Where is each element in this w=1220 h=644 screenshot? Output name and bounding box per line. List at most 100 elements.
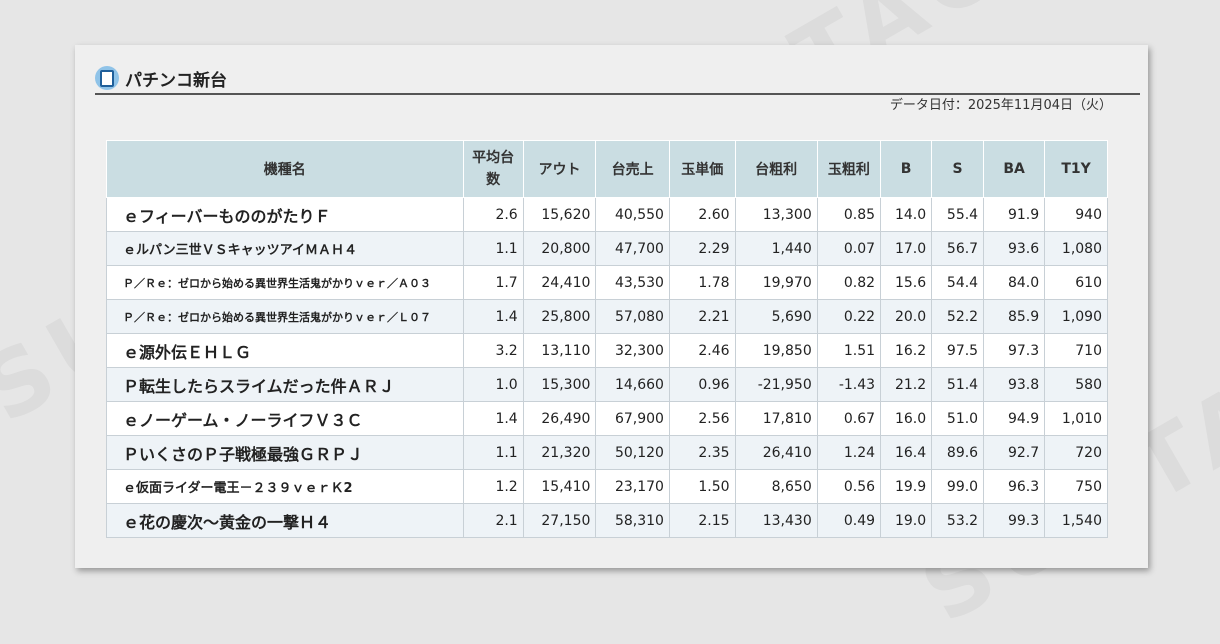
cell-平均台数: 2.6 [462, 197, 524, 232]
machine-name[interactable]: ｅ仮面ライダー電王－２３９ｖｅｒＫ2 [106, 469, 464, 504]
cell-台売上: 43,530 [595, 265, 670, 300]
cell-B: 19.0 [880, 503, 933, 538]
cell-S: 89.6 [931, 435, 985, 470]
cell-平均台数: 1.4 [462, 299, 524, 334]
cell-T1Y: 940 [1044, 197, 1108, 232]
cell-玉単価: 2.60 [668, 197, 736, 232]
cell-T1Y: 1,090 [1044, 299, 1108, 334]
cell-B: 16.0 [880, 401, 933, 436]
cell-アウト: 27,150 [522, 503, 597, 538]
cell-BA: 91.9 [983, 197, 1046, 232]
cell-台粗利: 8,650 [734, 469, 818, 504]
cell-T1Y: 1,080 [1044, 231, 1108, 266]
cell-BA: 84.0 [983, 265, 1046, 300]
cell-平均台数: 1.7 [462, 265, 524, 300]
cell-玉単価: 2.46 [668, 333, 736, 368]
machine-name[interactable]: ｅノーゲーム・ノーライフＶ３Ｃ [106, 401, 464, 436]
cell-S: 56.7 [931, 231, 985, 266]
cell-アウト: 15,410 [522, 469, 597, 504]
cell-台売上: 50,120 [595, 435, 670, 470]
cell-B: 14.0 [880, 197, 933, 232]
cell-玉粗利: 0.85 [816, 197, 882, 232]
cell-B: 16.2 [880, 333, 933, 368]
cell-アウト: 26,490 [522, 401, 597, 436]
cell-B: 19.9 [880, 469, 933, 504]
cell-台売上: 14,660 [595, 367, 670, 402]
cell-台売上: 57,080 [595, 299, 670, 334]
cell-平均台数: 1.2 [462, 469, 524, 504]
cell-S: 51.4 [931, 367, 985, 402]
machine-name[interactable]: Ｐ／Ｒｅ：ゼロから始める異世界生活鬼がかりｖｅｒ／Ｌ０７ [106, 299, 464, 334]
cell-台粗利: 19,850 [734, 333, 818, 368]
section-title: パチンコ新台 [125, 70, 227, 91]
cell-アウト: 15,620 [522, 197, 597, 232]
cell-玉単価: 2.15 [668, 503, 736, 538]
machine-name[interactable]: ｅ花の慶次～黄金の一撃Ｈ４ [106, 503, 464, 538]
cell-玉粗利: 0.67 [816, 401, 882, 436]
cell-平均台数: 1.1 [462, 435, 524, 470]
cell-B: 21.2 [880, 367, 933, 402]
cell-玉粗利: 0.56 [816, 469, 882, 504]
machine-name[interactable]: Ｐ／Ｒｅ：ゼロから始める異世界生活鬼がかりｖｅｒ／Ａ０３ [106, 265, 464, 300]
column-header[interactable]: S [931, 140, 985, 198]
pachinko-machine-icon [95, 66, 119, 90]
cell-アウト: 20,800 [522, 231, 597, 266]
table-row[interactable]: ｅ花の慶次～黄金の一撃Ｈ４ 2.1 27,150 58,310 2.15 13,430 0.… [106, 503, 1108, 538]
column-header[interactable]: 玉単価 [668, 140, 736, 198]
table-row[interactable]: ｅフィーバーもののがたりＦ 2.6 15,620 40,550 2.60 13,300 0.… [106, 197, 1108, 232]
machine-name[interactable]: ｅルパン三世ＶＳキャッツアイＭＡＨ４ [106, 231, 464, 266]
cell-アウト: 15,300 [522, 367, 597, 402]
column-header[interactable]: T1Y [1044, 140, 1108, 198]
table-row[interactable]: Ｐ／Ｒｅ：ゼロから始める異世界生活鬼がかりｖｅｒ／Ｌ０７ 1.4 25,800 57,… [106, 299, 1108, 334]
machine-name[interactable]: ｅ源外伝ＥＨＬＧ [106, 333, 464, 368]
cell-T1Y: 720 [1044, 435, 1108, 470]
cell-S: 97.5 [931, 333, 985, 368]
cell-T1Y: 580 [1044, 367, 1108, 402]
cell-BA: 96.3 [983, 469, 1046, 504]
column-header[interactable]: 台売上 [595, 140, 670, 198]
table-row[interactable]: Ｐ／Ｒｅ：ゼロから始める異世界生活鬼がかりｖｅｒ／Ａ０３ 1.7 24,410 43,… [106, 265, 1108, 300]
table-row[interactable]: ｅルパン三世ＶＳキャッツアイＭＡＨ４ 1.1 20,800 47,700 2.29 1,4… [106, 231, 1108, 266]
machine-name[interactable]: ＰいくさのＰ子戦極最強ＧＲＰＪ [106, 435, 464, 470]
cell-BA: 97.3 [983, 333, 1046, 368]
table-row[interactable]: ＰいくさのＰ子戦極最強ＧＲＰＪ 1.1 21,320 50,120 2.35 26,410… [106, 435, 1108, 470]
cell-玉粗利: 1.24 [816, 435, 882, 470]
cell-T1Y: 610 [1044, 265, 1108, 300]
cell-アウト: 21,320 [522, 435, 597, 470]
cell-T1Y: 710 [1044, 333, 1108, 368]
table-row[interactable]: ｅ源外伝ＥＨＬＧ 3.2 13,110 32,300 2.46 19,850 1.51 16.… [106, 333, 1108, 368]
cell-S: 54.4 [931, 265, 985, 300]
machine-name[interactable]: Ｐ転生したらスライムだった件ＡＲＪ [106, 367, 464, 402]
cell-平均台数: 3.2 [462, 333, 524, 368]
cell-アウト: 24,410 [522, 265, 597, 300]
cell-台粗利: -21,950 [734, 367, 818, 402]
cell-BA: 93.8 [983, 367, 1046, 402]
cell-玉粗利: 0.82 [816, 265, 882, 300]
table-row[interactable]: Ｐ転生したらスライムだった件ＡＲＪ 1.0 15,300 14,660 0.96 -21,… [106, 367, 1108, 402]
column-header[interactable]: 平均台数 [462, 140, 524, 198]
cell-台売上: 47,700 [595, 231, 670, 266]
machine-name[interactable]: ｅフィーバーもののがたりＦ [106, 197, 464, 232]
table-row[interactable]: ｅノーゲーム・ノーライフＶ３Ｃ 1.4 26,490 67,900 2.56 17,810… [106, 401, 1108, 436]
column-header[interactable]: アウト [522, 140, 597, 198]
cell-玉粗利: 0.22 [816, 299, 882, 334]
cell-玉単価: 2.56 [668, 401, 736, 436]
cell-B: 17.0 [880, 231, 933, 266]
cell-平均台数: 1.1 [462, 231, 524, 266]
table-row[interactable]: ｅ仮面ライダー電王－２３９ｖｅｒＫ2 1.2 15,410 23,170 1.50 8,6… [106, 469, 1108, 504]
cell-T1Y: 1,540 [1044, 503, 1108, 538]
column-header[interactable]: B [880, 140, 933, 198]
cell-T1Y: 1,010 [1044, 401, 1108, 436]
cell-B: 16.4 [880, 435, 933, 470]
column-header[interactable]: BA [983, 140, 1046, 198]
cell-BA: 99.3 [983, 503, 1046, 538]
column-header[interactable]: 台粗利 [734, 140, 818, 198]
cell-台粗利: 26,410 [734, 435, 818, 470]
cell-台粗利: 13,300 [734, 197, 818, 232]
new-machines-panel: パチンコ新台 データ日付：2025年11月04日（火） 機種名 平均台数 アウト 台売… [75, 45, 1148, 568]
cell-玉単価: 0.96 [668, 367, 736, 402]
cell-B: 15.6 [880, 265, 933, 300]
column-header[interactable]: 機種名 [106, 140, 464, 198]
cell-玉粗利: 1.51 [816, 333, 882, 368]
column-header[interactable]: 玉粗利 [816, 140, 882, 198]
